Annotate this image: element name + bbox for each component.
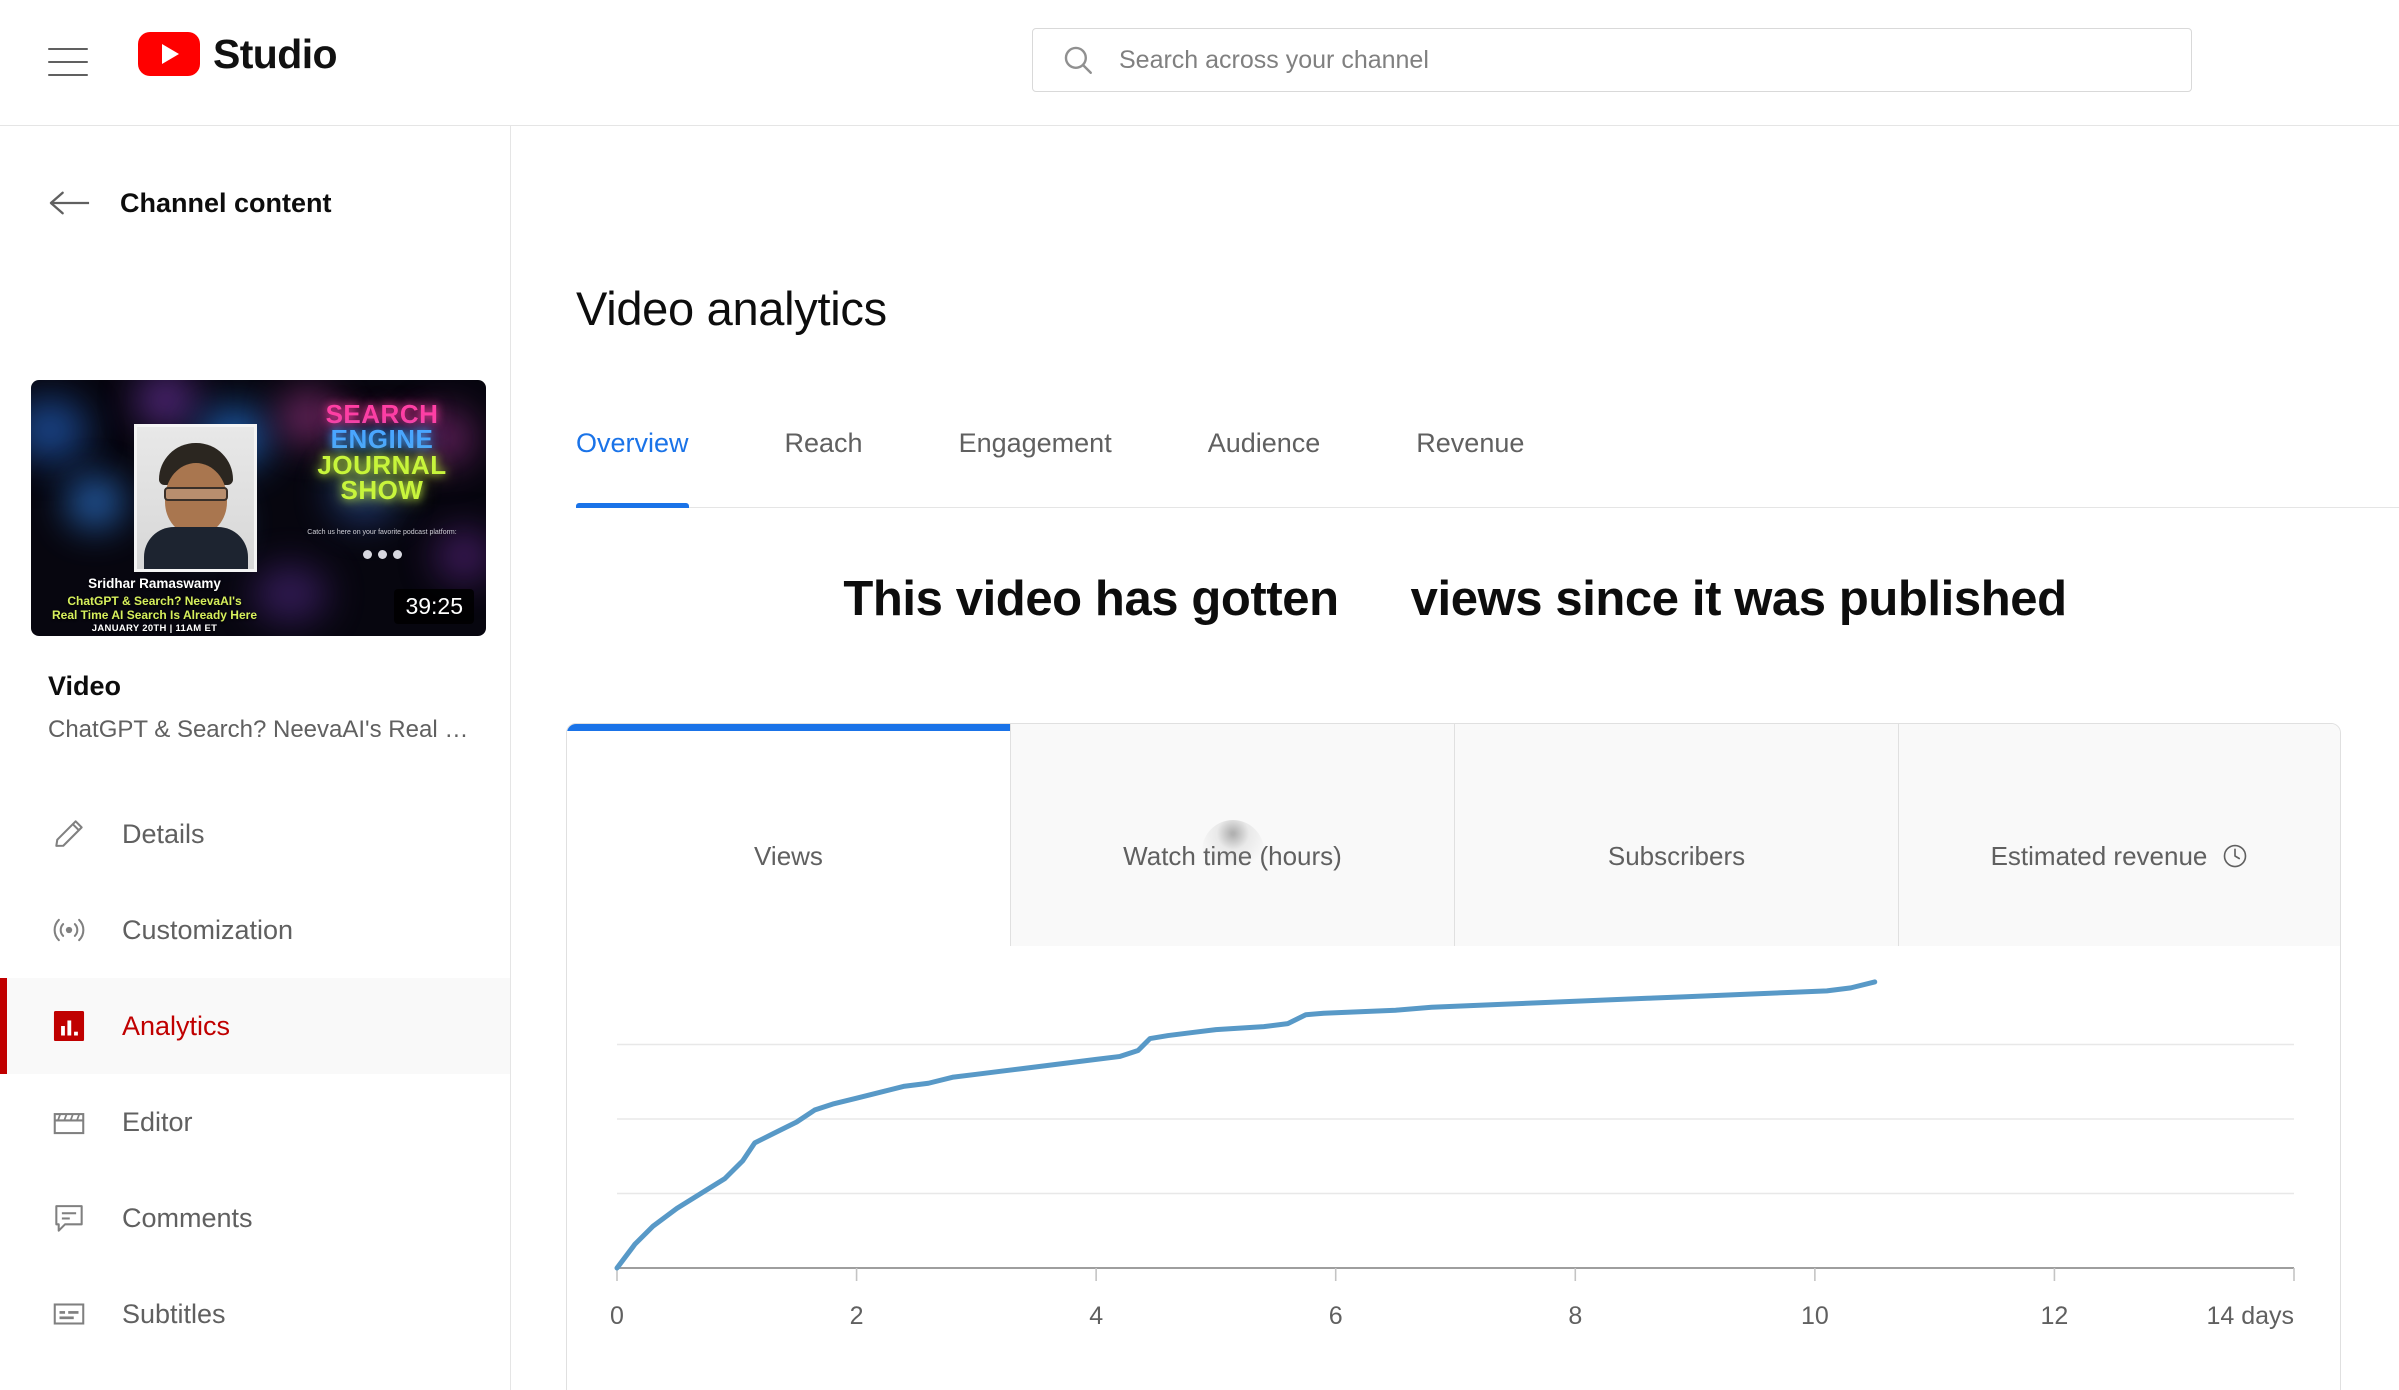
svg-text:10: 10: [1801, 1302, 1829, 1330]
headline-prefix: This video has gotten: [843, 572, 1338, 626]
metric-label: Views: [754, 766, 823, 946]
main-content: Video analytics Overview Reach Engagemen…: [511, 126, 2399, 1390]
video-duration-badge: 39:25: [394, 589, 474, 624]
svg-text:0: 0: [610, 1302, 624, 1330]
svg-text:4: 4: [1089, 1302, 1103, 1330]
thumbnail-catch-line: Catch us here on your favorite podcast p…: [292, 528, 472, 537]
thumbnail-subtitle-line1: ChatGPT & Search? NeevaAI's: [67, 594, 241, 608]
analytics-tabs: Overview Reach Engagement Audience Reven…: [576, 416, 2399, 508]
headline-suffix: views since it was published: [1411, 572, 2067, 626]
svg-text:8: 8: [1568, 1302, 1582, 1330]
sidebar-item-analytics[interactable]: Analytics: [0, 978, 511, 1074]
svg-text:14 days: 14 days: [2206, 1302, 2294, 1330]
thumbnail-subtitle: ChatGPT & Search? NeevaAI's Real Time AI…: [31, 594, 278, 622]
overview-card: Views Watch time (hours) Subscribers Est…: [566, 723, 2341, 1390]
tab-engagement[interactable]: Engagement: [959, 416, 1112, 508]
metric-label: Subscribers: [1608, 766, 1745, 946]
youtube-play-icon: [138, 32, 200, 76]
pencil-icon: [48, 813, 90, 855]
sidebar-item-monetization[interactable]: Monetization: [0, 1362, 511, 1390]
video-kicker: Video: [48, 671, 121, 702]
video-title: ChatGPT & Search? NeevaAI's Real …: [48, 716, 478, 744]
metric-tab-subscribers[interactable]: Subscribers: [1455, 724, 1899, 946]
views-line-chart: 0 2 4 6 8 10 12 14 days: [567, 946, 2341, 1386]
search-bar[interactable]: [1032, 28, 2192, 92]
thumbnail-speaker-name: Sridhar Ramaswamy: [31, 576, 278, 591]
back-label: Channel content: [120, 188, 332, 219]
sidebar-item-label: Comments: [122, 1203, 253, 1234]
metric-tab-watch-time[interactable]: Watch time (hours): [1011, 724, 1455, 946]
search-icon: [1061, 43, 1095, 77]
views-chart[interactable]: 0 2 4 6 8 10 12 14 days: [567, 946, 2341, 1386]
platform-chip: [393, 550, 402, 559]
platform-chip: [363, 550, 372, 559]
sidebar-item-editor[interactable]: Editor: [0, 1074, 511, 1170]
search-input[interactable]: [1119, 46, 2191, 75]
hamburger-icon[interactable]: [48, 44, 88, 80]
clock-icon: [2220, 841, 2250, 871]
sidebar-item-label: Analytics: [122, 1011, 230, 1042]
svg-text:12: 12: [2041, 1302, 2069, 1330]
tab-revenue[interactable]: Revenue: [1416, 416, 1524, 508]
top-bar: Studio: [0, 0, 2399, 126]
metric-label: Estimated revenue: [1991, 841, 2208, 872]
sidebar-item-customization[interactable]: Customization: [0, 882, 511, 978]
back-to-channel-content[interactable]: Channel content: [0, 168, 511, 238]
sidebar-item-label: Details: [122, 819, 205, 850]
studio-logo[interactable]: Studio: [138, 32, 337, 76]
speaker-headshot: [134, 424, 257, 572]
sidebar-item-subtitles[interactable]: Subtitles: [0, 1266, 511, 1362]
sidebar-item-label: Editor: [122, 1107, 193, 1138]
tab-audience[interactable]: Audience: [1208, 416, 1321, 508]
thumbnail-neon-title: SEARCH ENGINE JOURNAL SHOW: [292, 402, 472, 504]
clapperboard-icon: [48, 1101, 90, 1143]
logo-text: Studio: [213, 34, 337, 75]
sidebar: Channel content Sridhar Ramaswamy Chat: [0, 126, 511, 1390]
thumbnail-date: JANUARY 20TH | 11AM ET: [31, 623, 278, 634]
metric-tab-views[interactable]: Views: [567, 724, 1011, 946]
bar-chart-icon: [48, 1005, 90, 1047]
metric-tabs: Views Watch time (hours) Subscribers Est…: [567, 724, 2341, 946]
page-title: Video analytics: [576, 281, 887, 336]
loading-spinner-icon: [1202, 820, 1264, 882]
views-headline: This video has gotten views since it was …: [511, 571, 2399, 627]
sidebar-item-label: Customization: [122, 915, 293, 946]
metric-tab-estimated-revenue[interactable]: Estimated revenue: [1899, 724, 2341, 946]
arrow-left-icon: [48, 188, 92, 218]
sidebar-nav: Details Customization: [0, 786, 511, 1390]
platform-chip: [378, 550, 387, 559]
neon-line-4: SHOW: [292, 478, 472, 503]
comment-icon: [48, 1197, 90, 1239]
sidebar-item-label: Subtitles: [122, 1299, 226, 1330]
svg-text:6: 6: [1329, 1302, 1343, 1330]
svg-text:2: 2: [850, 1302, 864, 1330]
broadcast-icon: [48, 909, 90, 951]
tab-reach[interactable]: Reach: [785, 416, 863, 508]
subtitles-icon: [48, 1293, 90, 1335]
thumbnail-subtitle-line2: Real Time AI Search Is Already Here: [52, 608, 257, 622]
sidebar-item-details[interactable]: Details: [0, 786, 511, 882]
sidebar-item-comments[interactable]: Comments: [0, 1170, 511, 1266]
video-thumbnail[interactable]: Sridhar Ramaswamy ChatGPT & Search? Neev…: [31, 380, 486, 636]
thumbnail-platform-row: [292, 550, 472, 559]
tab-overview[interactable]: Overview: [576, 416, 689, 508]
